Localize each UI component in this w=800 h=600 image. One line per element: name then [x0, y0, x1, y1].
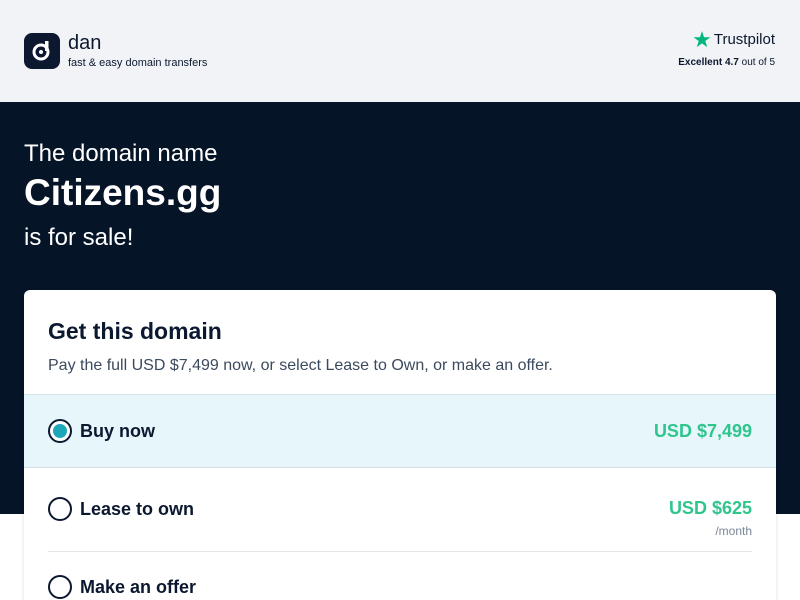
trustpilot-widget[interactable]: ★ Trustpilot Excellent 4.7 out of 5 [678, 29, 775, 69]
brand-logo[interactable]: dan fast & easy domain transfers [24, 32, 207, 70]
option-label: Make an offer [80, 577, 197, 597]
option-make-offer[interactable]: Make an offer [24, 552, 776, 600]
rating-suffix: out of 5 [741, 57, 775, 68]
option-price: USD $7,499 [653, 421, 752, 441]
site-header: dan fast & easy domain transfers ★ Trust… [0, 0, 800, 102]
hero-prefix: The domain name [24, 140, 218, 167]
radio-lease-to-own[interactable] [48, 497, 72, 521]
option-label: Buy now [80, 421, 155, 441]
rating-word: Excellent [678, 57, 723, 68]
option-price: USD $625 [668, 498, 752, 518]
radio-buy-now[interactable] [48, 419, 72, 443]
card-title: Get this domain [48, 318, 222, 344]
star-icon: ★ [692, 27, 712, 52]
option-lease-to-own[interactable]: Lease to own USD $625 /month [24, 468, 776, 552]
rating-value: 4.7 [724, 57, 739, 68]
brand-text: dan fast & easy domain transfers [68, 32, 207, 70]
domain-name-heading: Citizens.gg [24, 172, 222, 213]
purchase-card: Get this domain Pay the full USD $7,499 … [24, 290, 776, 600]
trustpilot-name: Trustpilot [713, 31, 775, 48]
brand-name: dan [68, 32, 102, 54]
option-label: Lease to own [80, 499, 195, 519]
option-buy-now[interactable]: Buy now USD $7,499 [24, 394, 776, 468]
brand-tagline: fast & easy domain transfers [68, 57, 208, 69]
option-price-unit: /month [715, 524, 752, 538]
card-subtitle: Pay the full USD $7,499 now, or select L… [48, 357, 553, 374]
dan-logo-icon [24, 33, 60, 69]
trustpilot-brand: ★ Trustpilot [678, 29, 775, 51]
radio-make-offer[interactable] [48, 575, 72, 599]
hero-suffix: is for sale! [24, 224, 134, 251]
trustpilot-rating: Excellent 4.7 out of 5 [678, 57, 775, 68]
